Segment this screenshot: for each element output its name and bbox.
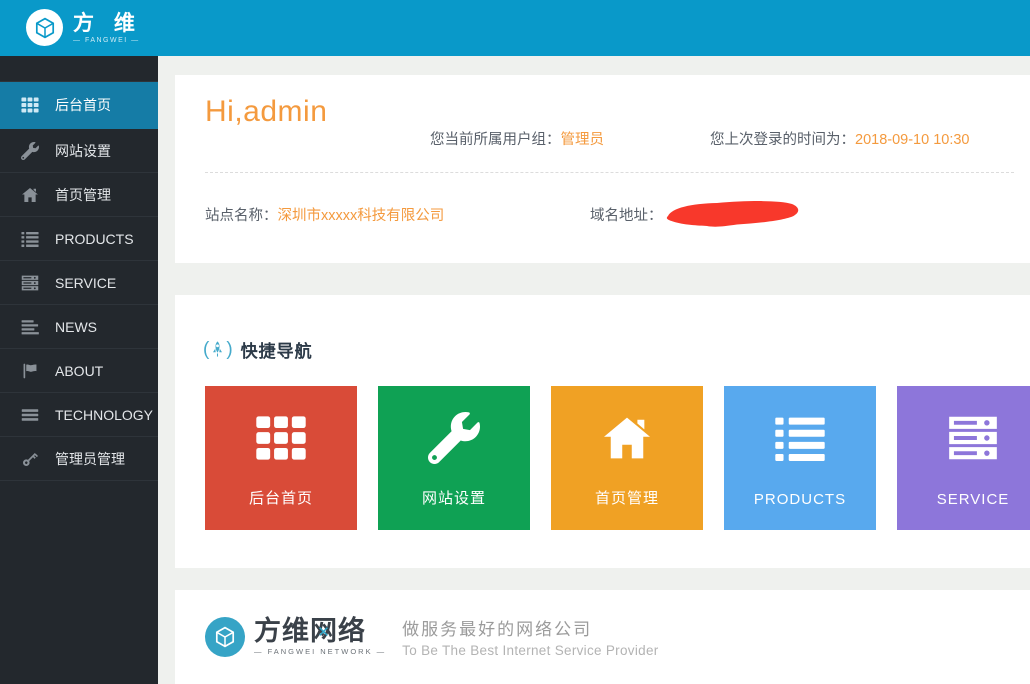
list-icon bbox=[724, 412, 876, 464]
user-group-value[interactable]: 管理员 bbox=[561, 132, 605, 148]
last-login-value: 2018-09-10 10:30 bbox=[855, 132, 970, 148]
brand-hexagon-icon bbox=[26, 9, 63, 46]
quick-nav-tile-service[interactable]: SERVICE bbox=[897, 386, 1030, 530]
bars-icon bbox=[21, 406, 39, 424]
sidebar-item-label: PRODUCTS bbox=[55, 231, 134, 247]
sidebar-item-news[interactable]: NEWS bbox=[0, 305, 158, 349]
quick-nav-tiles: 后台首页 网站设置 首页管理 PRODUCTS SERVICE bbox=[205, 386, 1030, 530]
sidebar-item-label: 管理员管理 bbox=[55, 449, 125, 469]
list-icon bbox=[21, 230, 39, 248]
tile-label: 网站设置 bbox=[378, 487, 530, 508]
grid-icon bbox=[21, 96, 39, 114]
footer-tagline-en: To Be The Best Internet Service Provider bbox=[402, 643, 658, 658]
dashed-divider bbox=[205, 172, 1014, 173]
domain-line: 域名地址： bbox=[590, 197, 803, 231]
grid-icon bbox=[205, 412, 357, 464]
brand-text: 方 维 — FANGWEI — bbox=[73, 12, 142, 44]
footer-taglines: 做服务最好的网络公司 To Be The Best Internet Servi… bbox=[402, 615, 658, 658]
footer-brand-subtitle: — FANGWEI NETWORK — bbox=[254, 647, 386, 656]
site-name-label: 站点名称： bbox=[205, 204, 278, 225]
user-group-label: 您当前所属用户组： bbox=[430, 132, 561, 148]
tile-label: 后台首页 bbox=[205, 487, 357, 508]
sidebar-item-about[interactable]: ABOUT bbox=[0, 349, 158, 393]
greeting-text: Hi,admin bbox=[205, 95, 327, 129]
footer-hexagon-icon bbox=[205, 617, 245, 657]
home-icon bbox=[551, 412, 703, 464]
main-content: Hi,admin 您当前所属用户组：管理员 您上次登录的时间为：2018-09-… bbox=[158, 56, 1030, 684]
sidebar-item-label: SERVICE bbox=[55, 275, 116, 291]
wrench-icon bbox=[378, 412, 530, 464]
sidebar-item-dashboard[interactable]: 后台首页 bbox=[0, 81, 158, 129]
quick-nav-tile-home-manage[interactable]: 首页管理 bbox=[551, 386, 703, 530]
site-name-value[interactable]: 深圳市xxxxx科技有限公司 bbox=[278, 204, 445, 225]
sidebar-item-label: ABOUT bbox=[55, 363, 103, 379]
brand-x-mark: ✕ bbox=[317, 619, 331, 647]
redacted-domain-scribble bbox=[665, 199, 803, 229]
sidebar-menu: 后台首页 网站设置 首页管理 PRODUCTS SERVICE NEWS bbox=[0, 56, 158, 481]
last-login-label: 您上次登录的时间为： bbox=[710, 132, 855, 148]
align-left-icon bbox=[21, 318, 39, 336]
sidebar-item-label: 后台首页 bbox=[55, 95, 111, 115]
quick-nav-title-row: () 快捷导航 bbox=[203, 337, 313, 362]
sidebar: 后台首页 网站设置 首页管理 PRODUCTS SERVICE NEWS bbox=[0, 56, 158, 684]
sidebar-item-admin-manage[interactable]: 管理员管理 bbox=[0, 437, 158, 481]
flag-icon bbox=[21, 362, 39, 380]
tile-label: SERVICE bbox=[897, 491, 1030, 508]
quick-nav-title: 快捷导航 bbox=[241, 337, 313, 362]
footer-brand: 方维网✕络 — FANGWEI NETWORK — bbox=[254, 617, 386, 656]
tile-label: 首页管理 bbox=[551, 487, 703, 508]
footer-tagline-cn: 做服务最好的网络公司 bbox=[402, 615, 658, 640]
quick-nav-tile-dashboard[interactable]: 后台首页 bbox=[205, 386, 357, 530]
footer-brand-name: 方维网✕络 bbox=[254, 617, 386, 645]
admin-dashboard: 方 维 — FANGWEI — 后台首页 网站设置 首页管理 PRODUCTS bbox=[0, 0, 1030, 684]
sidebar-item-label: TECHNOLOGY bbox=[55, 407, 153, 423]
sidebar-item-service[interactable]: SERVICE bbox=[0, 261, 158, 305]
key-icon bbox=[21, 450, 39, 468]
brand-subtitle: — FANGWEI — bbox=[73, 37, 142, 44]
server-icon bbox=[897, 412, 1030, 464]
footer-brand-row: 方维网✕络 — FANGWEI NETWORK — 做服务最好的网络公司 To … bbox=[205, 615, 659, 658]
brand-name: 方 维 bbox=[73, 12, 142, 36]
rocket-icon: () bbox=[203, 340, 233, 359]
quick-nav-tile-products[interactable]: PRODUCTS bbox=[724, 386, 876, 530]
sidebar-item-home-manage[interactable]: 首页管理 bbox=[0, 173, 158, 217]
last-login-line: 您上次登录的时间为：2018-09-10 10:30 bbox=[710, 128, 970, 149]
sidebar-item-technology[interactable]: TECHNOLOGY bbox=[0, 393, 158, 437]
site-name-line: 站点名称：深圳市xxxxx科技有限公司 bbox=[205, 197, 444, 231]
sidebar-item-site-settings[interactable]: 网站设置 bbox=[0, 129, 158, 173]
sidebar-item-label: 网站设置 bbox=[55, 141, 111, 161]
brand-logo[interactable]: 方 维 — FANGWEI — bbox=[26, 9, 142, 46]
sidebar-item-label: 首页管理 bbox=[55, 185, 111, 205]
tile-label: PRODUCTS bbox=[724, 491, 876, 508]
home-icon bbox=[21, 186, 39, 204]
quick-nav-tile-site-settings[interactable]: 网站设置 bbox=[378, 386, 530, 530]
sidebar-item-label: NEWS bbox=[55, 319, 97, 335]
domain-label: 域名地址： bbox=[590, 204, 663, 225]
wrench-icon bbox=[21, 142, 39, 160]
footer-panel: 方维网✕络 — FANGWEI NETWORK — 做服务最好的网络公司 To … bbox=[175, 590, 1030, 684]
welcome-panel: Hi,admin 您当前所属用户组：管理员 您上次登录的时间为：2018-09-… bbox=[175, 75, 1030, 263]
app-header: 方 维 — FANGWEI — bbox=[0, 0, 1030, 56]
sidebar-item-products[interactable]: PRODUCTS bbox=[0, 217, 158, 261]
quick-nav-panel: () 快捷导航 后台首页 网站设置 首页管理 PRODUCTS bbox=[175, 295, 1030, 568]
user-group-line: 您当前所属用户组：管理员 bbox=[430, 128, 604, 149]
server-icon bbox=[21, 274, 39, 292]
